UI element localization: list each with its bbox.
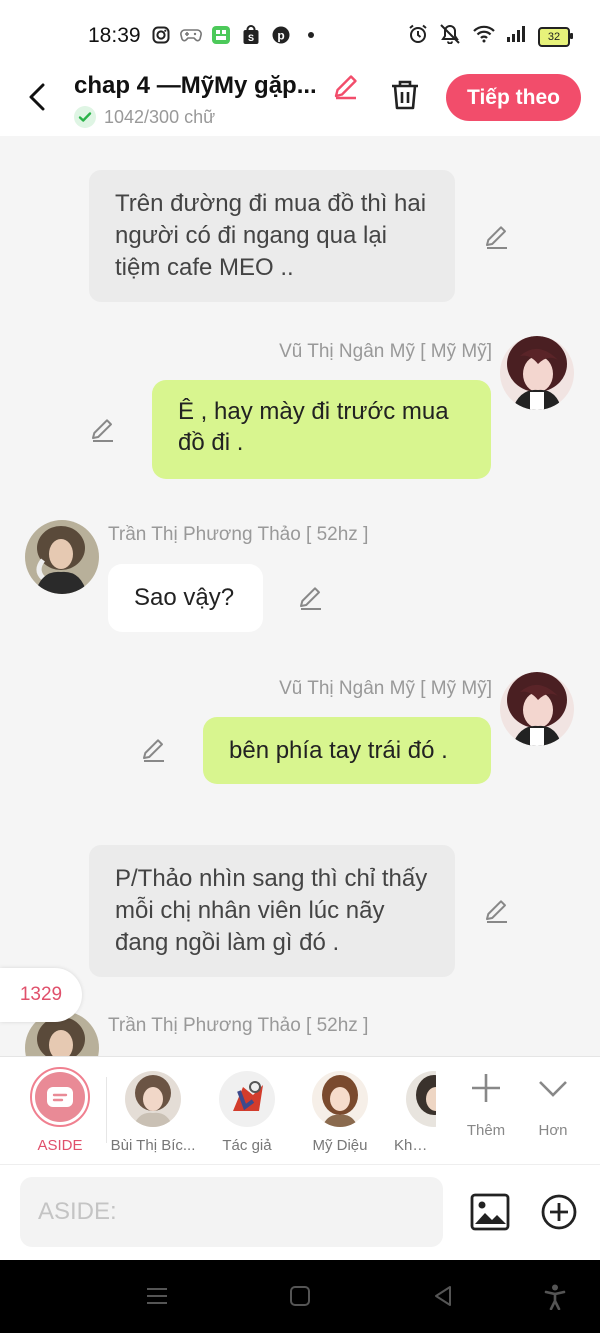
more-dot-icon (300, 24, 322, 46)
system-nav-bar (0, 1260, 600, 1333)
chat-area[interactable]: Trên đường đi mua đồ thì hai người có đi… (0, 136, 600, 1056)
narration-block[interactable]: Trên đường đi mua đồ thì hai người có đi… (89, 170, 455, 302)
plus-icon (472, 1074, 500, 1102)
plus-circle-icon (541, 1194, 577, 1230)
character-item[interactable]: Mỹ Diệu (295, 1067, 385, 1154)
back-button[interactable] (22, 82, 52, 112)
character-label: Tác giả (222, 1137, 272, 1154)
insert-image-button[interactable] (470, 1193, 510, 1236)
more-characters-button[interactable]: Thêm (456, 1071, 516, 1139)
menu-icon[interactable] (145, 1284, 169, 1308)
word-count-text: 1042/300 chữ (104, 106, 216, 127)
more-label: Thêm (466, 1122, 506, 1139)
avatar (500, 672, 574, 746)
mute-icon (438, 24, 462, 49)
message-bubble-self[interactable]: Ê , hay mày đi trước mua đồ đi . (152, 380, 491, 479)
avatar (312, 1071, 368, 1127)
app-icon (210, 24, 232, 46)
accessibility-icon[interactable] (544, 1284, 566, 1310)
edit-title-button[interactable] (332, 72, 360, 105)
expand-label: Hơn (538, 1122, 568, 1139)
next-button[interactable]: Tiếp theo (446, 74, 581, 121)
home-icon[interactable] (289, 1284, 311, 1308)
image-icon (470, 1193, 510, 1231)
pencil-icon (334, 75, 357, 100)
svg-text:S: S (248, 33, 254, 43)
aside-avatar (30, 1067, 90, 1127)
editor-header: chap 4 —MỹMy gặp... 1042/300 chữ Tiếp th… (0, 72, 600, 136)
status-notification-icons: S p (150, 24, 322, 46)
sender-name: Vũ Thị Ngân Mỹ [ Mỹ Mỹ] (279, 678, 492, 699)
word-count: 1042/300 chữ (74, 106, 215, 128)
pencil-icon[interactable] (141, 737, 167, 763)
chevron-left-icon (29, 83, 45, 111)
character-item[interactable]: Bùi Thị Bíc... (108, 1067, 198, 1154)
status-system-icons: 32 (408, 24, 573, 49)
character-selector: ASIDE Bùi Thị Bíc... Tác giả Mỹ Diệu Khư… (0, 1056, 600, 1165)
narration-block[interactable]: P/Thảo nhìn sang thì chỉ thấy mỗi chị nh… (89, 845, 455, 977)
character-aside[interactable]: ASIDE (15, 1067, 105, 1154)
input-bar (0, 1164, 600, 1261)
pencil-icon[interactable] (90, 417, 116, 443)
pencil-icon[interactable] (298, 585, 324, 611)
pencil-icon[interactable] (484, 224, 510, 250)
character-label: Bùi Thị Bíc... (110, 1137, 196, 1154)
back-nav-icon[interactable] (432, 1284, 454, 1308)
alarm-icon (408, 24, 428, 49)
avatar (406, 1071, 436, 1127)
message-counter[interactable]: 1329 (0, 968, 82, 1022)
avatar (500, 336, 574, 410)
instagram-icon (150, 24, 172, 46)
pencil-icon[interactable] (484, 898, 510, 924)
message-bubble-other[interactable]: Sao vậy? (108, 564, 263, 632)
shopping-bag-icon: S (240, 24, 262, 46)
check-icon (74, 106, 96, 128)
expand-button[interactable]: Hơn (524, 1071, 582, 1139)
battery-indicator: 32 (538, 26, 573, 47)
chevron-down-icon (539, 1081, 567, 1097)
character-label: Khươn (394, 1137, 436, 1154)
wifi-icon (472, 25, 496, 48)
trash-icon (392, 80, 418, 110)
message-bubble-self[interactable]: bên phía tay trái đó . (203, 717, 491, 784)
avatar (125, 1071, 181, 1127)
status-time: 18:39 (88, 24, 141, 47)
character-label: Mỹ Diệu (312, 1137, 368, 1154)
character-label: ASIDE (37, 1137, 83, 1154)
pinterest-icon: p (270, 24, 292, 46)
add-button[interactable] (540, 1193, 578, 1236)
message-input[interactable] (20, 1177, 443, 1247)
character-item[interactable]: Tác giả (202, 1067, 292, 1154)
chapter-title[interactable]: chap 4 —MỹMy gặp... (74, 72, 329, 100)
character-item[interactable]: Khươn (388, 1067, 436, 1154)
speech-bubble-icon (47, 1087, 73, 1107)
svg-text:p: p (277, 29, 284, 43)
sender-name: Trần Thị Phương Thảo [ 52hz ] (108, 524, 369, 545)
gamepad-icon (180, 24, 202, 46)
avatar (25, 520, 99, 594)
sender-name: Vũ Thị Ngân Mỹ [ Mỹ Mỹ] (279, 341, 492, 362)
avatar (219, 1071, 275, 1127)
status-bar: 18:39 S p 32 (0, 0, 600, 72)
divider (106, 1077, 107, 1143)
delete-button[interactable] (388, 78, 422, 117)
signal-icon (506, 25, 528, 48)
sender-name: Trần Thị Phương Thảo [ 52hz ] (108, 1015, 369, 1036)
